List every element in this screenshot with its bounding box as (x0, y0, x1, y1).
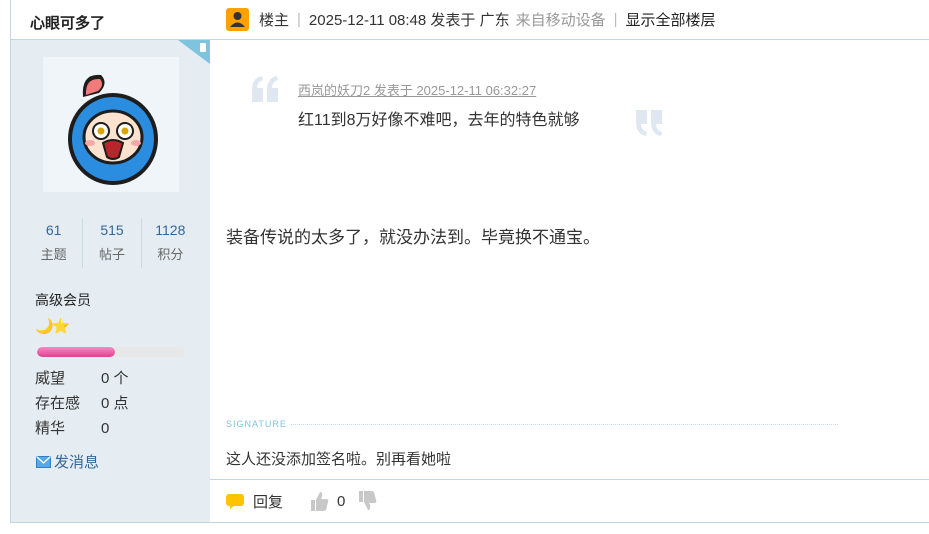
stat-label: 帖子 (98, 247, 125, 262)
info-label: 存在感 (35, 395, 81, 412)
header-separator: | (613, 11, 618, 28)
post-main: 楼主 | 2025-12-11 08:48 发表于 广东 来自移动设备 | 显示… (210, 0, 929, 522)
signature-label: SIGNATURE (226, 419, 287, 429)
signature-text: 这人还没添加签名啦。别再看她啦 (226, 451, 452, 468)
quote-close-icon (636, 110, 662, 136)
user-sidebar: 心眼可多了 61 主题 515 帖子 1128 积分 高级会员 🌙⭐ 威望 0 … (11, 0, 210, 522)
host-label: 楼主 (259, 12, 290, 29)
info-value: 0 (101, 420, 110, 437)
info-row-presence: 存在感 0 点 (35, 391, 129, 416)
level-progress-bar (37, 347, 185, 357)
stat-label: 积分 (157, 247, 184, 262)
stat-topics[interactable]: 61 主题 (25, 218, 84, 268)
info-row-prestige: 威望 0 个 (35, 366, 129, 391)
stat-value: 1128 (155, 222, 186, 238)
info-row-digest: 精华 0 (35, 416, 129, 441)
post-body: 装备传说的太多了，就没办法到。毕竟换不通宝。 (226, 228, 600, 247)
mobile-device-icon (178, 40, 210, 64)
send-message-link[interactable]: 发消息 (36, 451, 99, 472)
avatar[interactable] (43, 57, 179, 192)
stat-posts[interactable]: 515 帖子 (83, 218, 142, 268)
quote-block: 西岚的妖刀2 发表于 2025-12-11 06:32:27 红11到8万好像不… (248, 74, 678, 146)
username-row: 心眼可多了 (11, 0, 210, 40)
header-separator: | (297, 11, 301, 28)
post-timestamp: 2025-12-11 08:48 发表于 广东 (308, 12, 510, 29)
user-info: 威望 0 个 存在感 0 点 精华 0 (35, 366, 129, 441)
level-progress-fill (37, 347, 116, 357)
stat-value: 61 (45, 222, 62, 238)
signature-dots (290, 423, 838, 425)
stat-credits[interactable]: 1128 积分 (142, 218, 199, 268)
like-count: 0 (337, 492, 346, 510)
send-message-label: 发消息 (54, 454, 100, 471)
reply-icon[interactable] (225, 493, 245, 510)
device-label: 来自移动设备 (515, 12, 606, 29)
user-group[interactable]: 高级会员 (35, 290, 91, 310)
quote-text: 红11到8万好像不难吧，去年的特色就够 (298, 112, 580, 129)
quote-author-link[interactable]: 西岚的妖刀2 发表于 2025-12-11 06:32:27 (298, 80, 536, 99)
quote-open-icon (252, 76, 278, 102)
stat-label: 主题 (40, 247, 67, 262)
forum-post: 心眼可多了 61 主题 515 帖子 1128 积分 高级会员 🌙⭐ 威望 0 … (10, 0, 929, 523)
host-icon (226, 8, 249, 31)
info-label: 精华 (35, 420, 66, 437)
thumbs-up-icon[interactable] (309, 490, 329, 512)
avatar-image (68, 74, 158, 185)
user-stats: 61 主题 515 帖子 1128 积分 (25, 218, 199, 268)
rank-icons: 🌙⭐ (35, 318, 70, 335)
thumbs-down-icon[interactable] (357, 490, 377, 512)
reply-button[interactable]: 回复 (253, 491, 283, 512)
mail-icon (36, 455, 51, 468)
signature-divider: SIGNATURE (226, 418, 838, 430)
info-label: 威望 (35, 370, 66, 387)
username[interactable]: 心眼可多了 (30, 12, 105, 33)
stat-value: 515 (100, 222, 124, 238)
show-all-floors-link[interactable]: 显示全部楼层 (626, 9, 716, 30)
post-header: 楼主 | 2025-12-11 08:48 发表于 广东 来自移动设备 | 显示… (210, 0, 929, 40)
post-footer: 回复 0 (210, 479, 929, 522)
info-value: 0 个 (101, 370, 129, 387)
info-value: 0 点 (101, 395, 129, 412)
